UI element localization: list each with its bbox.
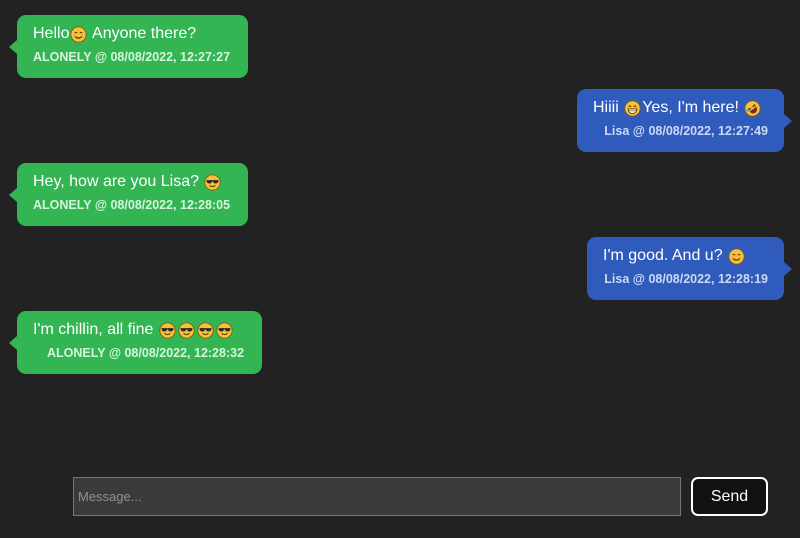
message-text-part: Hello — [33, 25, 70, 42]
rolling-laughing-face-icon — [744, 99, 761, 117]
incoming-message: Hey, how are you Lisa? ALONELY @ 08/08/2… — [9, 163, 248, 226]
message-meta: Lisa @ 08/08/2022, 12:27:49 — [604, 124, 768, 138]
message-input[interactable] — [73, 477, 681, 516]
message-meta: Lisa @ 08/08/2022, 12:28:19 — [604, 272, 768, 286]
message-text: Hey, how are you Lisa? — [33, 172, 232, 192]
message-text-part: I'm chillin, all fine — [33, 321, 158, 338]
message-meta: ALONELY @ 08/08/2022, 12:28:05 — [33, 198, 231, 212]
message-text: I'm good. And u? — [603, 246, 768, 266]
outgoing-message: Hiiii Yes, I'm here! Lisa @ 08/08/2022, … — [577, 89, 792, 152]
message-text: Hiiii Yes, I'm here! — [593, 98, 768, 118]
message-text-part: Hiiii — [593, 99, 624, 116]
message-text-part: Yes, I'm here! — [642, 99, 744, 116]
sunglasses-face-icon — [159, 321, 176, 339]
message-meta: ALONELY @ 08/08/2022, 12:27:27 — [33, 50, 231, 64]
message-composer: Send — [0, 460, 800, 538]
sunglasses-face-icon — [204, 173, 222, 191]
smiling-face-icon — [70, 25, 88, 43]
message-text-part: I'm good. And u? — [603, 247, 728, 264]
incoming-message: I'm chillin, all fine ALONELY @ 08/08/20… — [9, 311, 262, 374]
grinning-face-icon — [624, 99, 641, 117]
message-text-part: Hey, how are you Lisa? — [33, 173, 204, 190]
message-text: I'm chillin, all fine — [33, 320, 246, 340]
smiling-face-icon — [728, 247, 745, 265]
sunglasses-face-icon — [216, 321, 233, 339]
message-meta: ALONELY @ 08/08/2022, 12:28:32 — [47, 346, 245, 360]
sunglasses-face-icon — [178, 321, 195, 339]
incoming-message: Hello Anyone there? ALONELY @ 08/08/2022… — [9, 15, 248, 78]
message-list: Hello Anyone there? ALONELY @ 08/08/2022… — [0, 0, 800, 460]
outgoing-message: I'm good. And u? Lisa @ 08/08/2022, 12:2… — [587, 237, 792, 300]
sunglasses-face-icon — [197, 321, 214, 339]
send-button[interactable]: Send — [691, 477, 768, 516]
message-text: Hello Anyone there? — [33, 24, 232, 44]
message-text-part: Anyone there? — [88, 25, 197, 42]
